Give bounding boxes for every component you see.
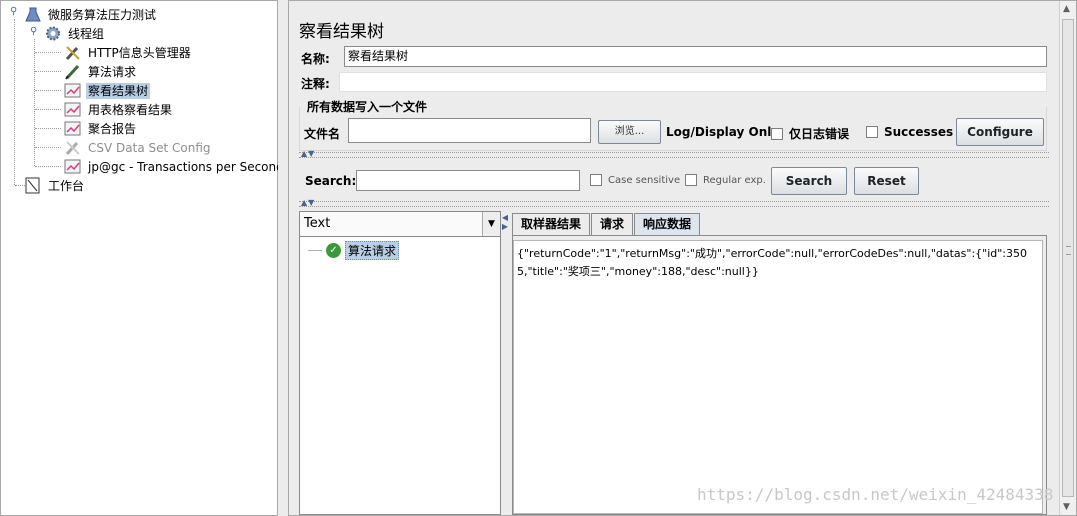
- tree-item-label: 线程组: [68, 26, 105, 41]
- sample-label: 算法请求: [345, 240, 400, 260]
- tree-connector: [35, 52, 61, 53]
- regular-exp-checkbox[interactable]: Regular exp.: [685, 174, 766, 186]
- tree-item-label: 微服务算法压力测试: [48, 7, 157, 22]
- response-body[interactable]: {"returnCode":"1","returnMsg":"成功","erro…: [513, 240, 1043, 514]
- checkbox-box[interactable]: [590, 174, 602, 186]
- tree-item-csv-data-set-config[interactable]: CSV Data Set Config: [64, 138, 213, 157]
- tree-item-view-results-tree[interactable]: 察看结果树: [64, 81, 151, 100]
- tree-connector: [35, 109, 61, 110]
- case-sensitive-checkbox[interactable]: Case sensitive: [590, 174, 680, 186]
- tree-connector: [35, 147, 61, 148]
- chevron-down-icon[interactable]: ▼: [482, 212, 500, 236]
- tree-item-label: 算法请求: [88, 64, 137, 79]
- listener-chart-icon: [64, 120, 82, 137]
- thread-group-gear-icon: [44, 25, 62, 42]
- tree-item-view-results-table[interactable]: 用表格察看结果: [64, 100, 174, 119]
- grip-icon: [1066, 246, 1071, 255]
- checkbox-box[interactable]: [866, 126, 878, 138]
- test-plan-icon: [24, 6, 42, 23]
- page-title: 察看结果树: [299, 22, 384, 42]
- tree-connector: [35, 128, 61, 129]
- config-wrench-icon: [64, 139, 82, 156]
- sample-result-row[interactable]: ✓ 算法请求: [308, 240, 400, 260]
- view-results-tree-panel: 察看结果树 名称: 察看结果树 注释: 所有数据写入一个文件 文件名 浏览...…: [288, 0, 1077, 516]
- file-group-title: 所有数据写入一个文件: [307, 100, 428, 114]
- tab-response-data[interactable]: 响应数据: [634, 213, 701, 235]
- case-sensitive-label: Case sensitive: [608, 174, 681, 186]
- configure-button[interactable]: Configure: [956, 118, 1044, 146]
- workbench-icon: [24, 177, 42, 194]
- response-data-panel: {"returnCode":"1","returnMsg":"成功","erro…: [512, 235, 1047, 515]
- expand-toggle-icon[interactable]: ⚲: [10, 7, 19, 17]
- tree-connector: [308, 249, 322, 251]
- name-label: 名称:: [301, 52, 330, 66]
- tree-item-label: 工作台: [48, 178, 85, 193]
- tree-connector: [35, 71, 61, 72]
- successes-label: Successes: [884, 125, 954, 139]
- tree-item-http-sampler[interactable]: 算法请求: [64, 62, 138, 81]
- expand-toggle-icon[interactable]: ⚲: [30, 27, 39, 37]
- tree-connector: [35, 166, 61, 167]
- wrench-icon: [64, 44, 82, 61]
- log-display-only-label: Log/Display Only:: [666, 125, 784, 139]
- tree-connector: [14, 19, 15, 185]
- listener-chart-icon: [64, 101, 82, 118]
- checkbox-box[interactable]: [771, 127, 783, 140]
- renderer-value: Text: [304, 216, 331, 231]
- scrollbar-thumb[interactable]: [1062, 19, 1074, 497]
- reset-button[interactable]: Reset: [854, 167, 919, 195]
- tree-item-test-plan[interactable]: 微服务算法压力测试: [24, 5, 158, 24]
- scroll-up-icon[interactable]: ▲: [1063, 4, 1070, 14]
- tree-item-http-header-manager[interactable]: HTTP信息头管理器: [64, 43, 193, 62]
- http-sampler-pen-icon: [64, 63, 82, 80]
- tree-item-label: HTTP信息头管理器: [88, 45, 191, 60]
- tree-item-label: jp@gc - Transactions per Second: [88, 159, 284, 174]
- split-arrows-icon[interactable]: ◀ ▶: [501, 213, 509, 233]
- tree-item-label: 用表格察看结果: [88, 102, 173, 117]
- test-plan-tree[interactable]: ⚲ ⚲ 微服务算法压力测试 线程组 HTTP信息头管理器 算法请求 察看结果树: [0, 0, 284, 516]
- scroll-down-icon[interactable]: ▼: [1063, 502, 1070, 512]
- tab-request[interactable]: 请求: [591, 213, 634, 235]
- collapse-arrows-icon[interactable]: ▲▼: [301, 198, 315, 207]
- filename-input[interactable]: [348, 118, 591, 143]
- checkbox-box[interactable]: [685, 174, 697, 186]
- browse-button[interactable]: 浏览...: [598, 120, 661, 144]
- success-shield-icon: ✓: [326, 242, 341, 258]
- tree-item-label: 察看结果树: [86, 82, 151, 99]
- comment-label: 注释:: [301, 77, 330, 91]
- regular-exp-label: Regular exp.: [703, 174, 766, 186]
- tree-item-label: CSV Data Set Config: [88, 140, 211, 155]
- vertical-scrollbar[interactable]: ▲ ▼: [1059, 1, 1076, 515]
- pane-splitter[interactable]: [278, 0, 288, 516]
- section-divider[interactable]: [299, 152, 1049, 158]
- tab-sampler-result[interactable]: 取样器结果: [512, 213, 591, 235]
- name-field[interactable]: 察看结果树: [344, 46, 1047, 67]
- search-input[interactable]: [356, 170, 580, 191]
- tree-item-workbench[interactable]: 工作台: [24, 176, 86, 195]
- collapse-arrows-icon[interactable]: ▲▼: [301, 149, 315, 158]
- errors-only-checkbox[interactable]: 仅日志错误: [771, 125, 849, 142]
- watermark: https://blog.csdn.net/weixin_42484338: [697, 485, 1054, 504]
- listener-chart-icon: [64, 158, 82, 175]
- tree-item-aggregate-report[interactable]: 聚合报告: [64, 119, 138, 138]
- listener-chart-icon: [64, 82, 82, 99]
- tree-item-transactions-per-second[interactable]: jp@gc - Transactions per Second: [64, 157, 286, 176]
- search-button[interactable]: Search: [771, 167, 847, 195]
- filename-label: 文件名: [304, 127, 341, 141]
- comment-field[interactable]: [339, 72, 1047, 92]
- sample-results-list[interactable]: Text ▼ ✓ 算法请求: [299, 211, 501, 515]
- successes-checkbox[interactable]: Successes: [866, 125, 953, 139]
- tree-item-thread-group[interactable]: 线程组: [44, 24, 106, 43]
- errors-only-label: 仅日志错误: [789, 127, 850, 141]
- tree-connector: [35, 90, 61, 91]
- result-tabs: 取样器结果 请求 响应数据: [512, 213, 701, 235]
- renderer-select[interactable]: Text ▼: [300, 212, 500, 237]
- tree-item-label: 聚合报告: [88, 121, 137, 136]
- section-divider[interactable]: [299, 201, 1049, 207]
- search-label: Search:: [305, 174, 357, 188]
